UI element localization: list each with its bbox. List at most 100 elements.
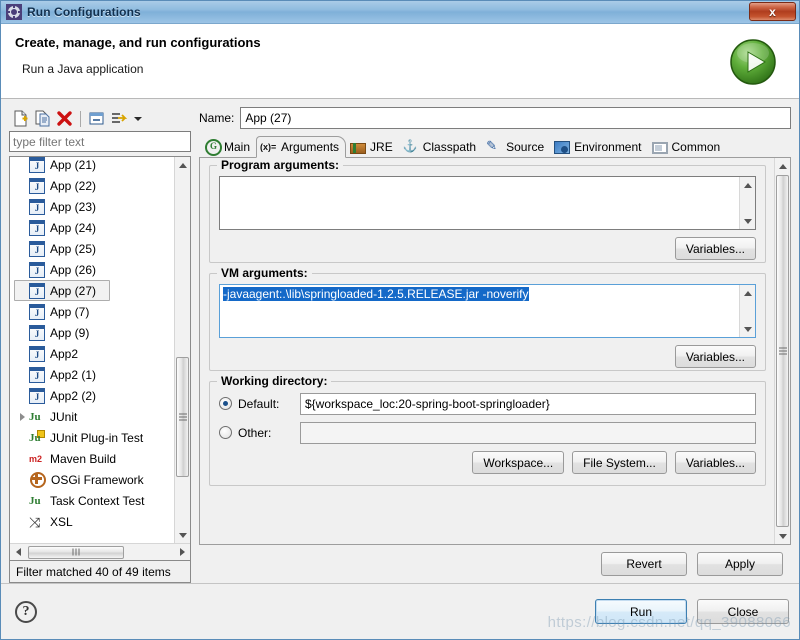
common-tab-icon [651, 141, 668, 154]
vm-arguments-textarea[interactable]: -javaagent:.\lib\springloaded-1.2.5.RELE… [219, 284, 756, 338]
tree-item[interactable]: App (21) [10, 157, 174, 175]
new-configuration-icon[interactable] [11, 109, 30, 128]
java-application-icon [29, 261, 45, 278]
working-directory-title: Working directory: [217, 374, 332, 388]
tree-item[interactable]: App (27) [14, 280, 110, 301]
expand-arrow-icon[interactable] [16, 413, 29, 421]
java-application-icon [29, 240, 45, 257]
revert-button[interactable]: Revert [601, 552, 687, 576]
file-system-button[interactable]: File System... [572, 451, 667, 474]
tree-vscroll-thumb[interactable] [176, 357, 189, 477]
tree-item-label: App (27) [50, 283, 97, 298]
collapse-all-icon[interactable] [87, 109, 106, 128]
working-directory-group: Working directory: Default: ${workspace_… [209, 374, 766, 486]
close-window-button[interactable]: x [749, 2, 796, 21]
run-play-icon [729, 38, 777, 86]
program-arguments-scrollbar[interactable] [739, 177, 755, 229]
tab-environment[interactable]: Environment [550, 137, 647, 157]
tree-scroll-down-button[interactable] [175, 527, 190, 543]
scroll-down-button[interactable] [740, 321, 756, 337]
working-directory-other-row: Other: [219, 421, 756, 444]
tree-item-label: App (9) [50, 325, 90, 340]
arguments-tab-icon [260, 140, 277, 154]
tree-item[interactable]: JUnit Plug-in Test [10, 427, 174, 448]
tree-item[interactable]: App (22) [10, 175, 174, 196]
configuration-name-input[interactable] [240, 107, 791, 129]
tab-label: JRE [370, 140, 393, 154]
tree-item[interactable]: App (9) [10, 322, 174, 343]
content-scroll-up-button[interactable] [775, 158, 790, 174]
program-arguments-buttons: Variables... [219, 237, 756, 260]
delete-configuration-icon[interactable] [55, 109, 74, 128]
program-arguments-variables-button[interactable]: Variables... [674, 237, 756, 260]
tree-item[interactable]: App (24) [10, 217, 174, 238]
tree-item[interactable]: App2 (1) [10, 364, 174, 385]
tree-item[interactable]: App (26) [10, 259, 174, 280]
tree-scroll-left-button[interactable] [10, 544, 26, 560]
workspace-button[interactable]: Workspace... [472, 451, 565, 474]
source-tab-icon [486, 139, 502, 154]
footer-buttons: Run Close [595, 599, 789, 624]
help-icon[interactable]: ? [15, 600, 37, 623]
tab-main[interactable]: Main [200, 137, 256, 157]
other-directory-input[interactable] [300, 421, 756, 444]
filter-input[interactable] [9, 131, 191, 152]
tree-item[interactable]: Task Context Test [10, 490, 174, 511]
default-radio[interactable] [219, 397, 232, 410]
tree-item[interactable]: App2 (2) [10, 385, 174, 406]
program-arguments-textarea[interactable] [219, 176, 756, 230]
tree-item-label: App2 (1) [50, 367, 97, 382]
tree-item[interactable]: App (7) [10, 301, 174, 322]
vm-arguments-buttons: Variables... [219, 345, 756, 368]
tree-list: App (21) App (22) App (23) App (24) App (25)… [10, 157, 174, 532]
tab-arguments[interactable]: Arguments [256, 136, 347, 158]
java-application-icon [29, 282, 45, 299]
vm-arguments-scrollbar[interactable] [739, 285, 755, 337]
content-vscroll-thumb[interactable] [776, 175, 789, 527]
tab-classpath[interactable]: Classpath [399, 137, 482, 157]
working-directory-variables-button[interactable]: Variables... [674, 451, 756, 474]
tree-item[interactable]: JUnit [10, 406, 174, 427]
tab-content-scrollbar[interactable] [774, 158, 790, 544]
run-configurations-dialog: Run Configurations x Create, manage, and… [0, 0, 800, 640]
scroll-up-button[interactable] [740, 285, 756, 301]
tab-label: Common [671, 140, 721, 154]
tree-hscroll-thumb[interactable] [28, 545, 124, 559]
tree-horizontal-scrollbar[interactable] [10, 543, 190, 560]
scroll-down-button[interactable] [740, 213, 756, 229]
other-radio[interactable] [219, 426, 232, 439]
scroll-grip [178, 412, 187, 423]
tree-item[interactable]: App (23) [10, 196, 174, 217]
tree-item-label: Maven Build [50, 451, 117, 466]
tree-item-label: OSGi Framework [51, 472, 144, 487]
filter-configurations-icon[interactable] [109, 109, 128, 128]
scroll-up-button[interactable] [740, 177, 756, 193]
java-application-icon [29, 219, 45, 236]
vm-arguments-variables-button[interactable]: Variables... [674, 345, 756, 368]
tree-item-label: Task Context Test [50, 493, 145, 508]
tab-label: Source [506, 140, 545, 154]
program-arguments-group: Program arguments: Variables... [209, 158, 766, 263]
close-icon: x [769, 4, 776, 19]
run-button[interactable]: Run [595, 599, 687, 624]
default-label: Default: [238, 396, 280, 411]
chevron-down-icon[interactable] [131, 109, 144, 128]
tree-item[interactable]: OSGi Framework [10, 469, 174, 490]
tree-scroll-right-button[interactable] [174, 544, 190, 560]
content-scroll-down-button[interactable] [775, 528, 790, 544]
default-directory-input[interactable]: ${workspace_loc:20-spring-boot-springloa… [300, 392, 756, 415]
tree-item[interactable]: Maven Build [10, 448, 174, 469]
tab-content-panel: Program arguments: Variables... VM argum… [199, 158, 791, 545]
tree-item[interactable]: App (25) [10, 238, 174, 259]
tree-item[interactable]: App2 [10, 343, 174, 364]
tree-item[interactable]: XSL [10, 511, 174, 532]
duplicate-configuration-icon[interactable] [33, 109, 52, 128]
tree-vertical-scrollbar[interactable] [174, 157, 190, 543]
close-button[interactable]: Close [697, 599, 789, 624]
tab-source[interactable]: Source [482, 137, 550, 157]
tab-common[interactable]: Common [648, 137, 727, 157]
title-bar: Run Configurations x [1, 1, 799, 24]
tab-jre[interactable]: JRE [346, 137, 399, 157]
tree-scroll-up-button[interactable] [175, 157, 190, 173]
apply-button[interactable]: Apply [697, 552, 783, 576]
